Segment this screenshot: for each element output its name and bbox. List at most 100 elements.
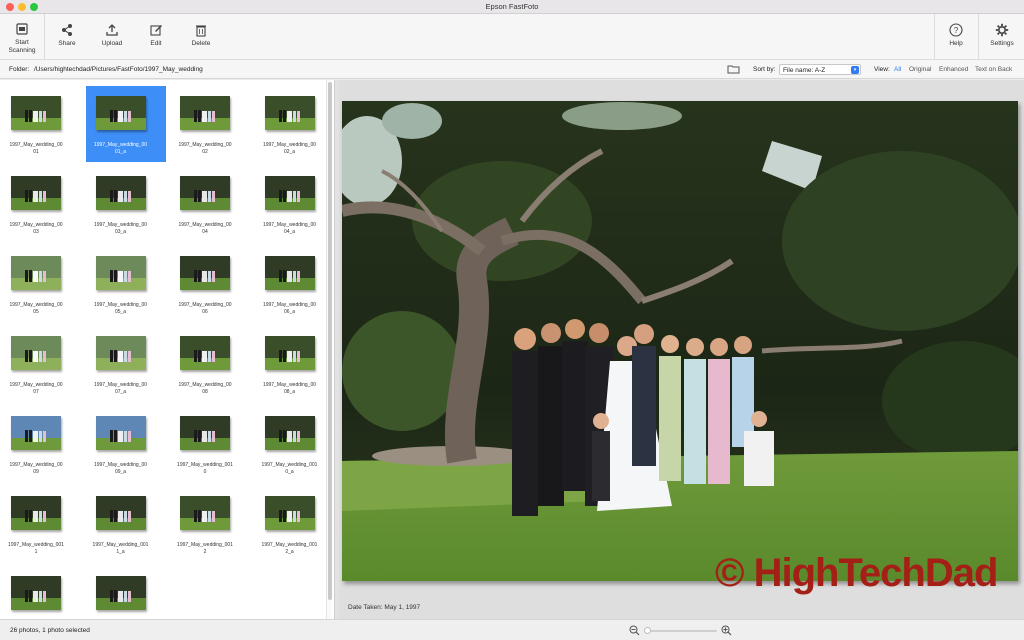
settings-label: Settings [990, 40, 1014, 47]
thumbnail-filename: 1997_May_wedding_00 07_a [93, 382, 148, 395]
trash-icon [196, 25, 206, 37]
thumbnail-item[interactable]: 1997_May_wedding_00 09 [1, 406, 81, 482]
window-title: Epson FastFoto [485, 2, 539, 11]
zoom-in-icon[interactable] [721, 625, 732, 636]
delete-button[interactable]: Delete [186, 14, 216, 60]
share-button[interactable]: Share [52, 14, 82, 60]
wedding-photo-image [342, 101, 1018, 581]
thumbnail-image [264, 336, 315, 370]
thumbnail-item[interactable]: 1997_May_wedding_00 06_a [255, 246, 335, 322]
thumbnail-image [11, 176, 61, 210]
thumbnail-item[interactable]: 1997_May_wedding_00 03 [1, 166, 81, 242]
toolbar: Start Scanning Share Upload Edit Delete [0, 14, 1024, 60]
thumbnail-item[interactable]: 1997_May_wedding_001 2_a [255, 486, 335, 562]
thumbnail-item[interactable]: 1997_May_wedding_00 03_a [86, 166, 166, 242]
thumbnail-image [95, 176, 146, 210]
thumbnail-item[interactable]: 1997_May_wedding_00 04_a [255, 166, 335, 242]
start-scanning-label: Start Scanning [8, 39, 36, 54]
view-option-original[interactable]: Original [909, 66, 931, 73]
thumbnail-image [11, 576, 61, 610]
thumbnail-item[interactable]: 1997_May_wedding_00 01 [1, 86, 81, 162]
thumbnail-item[interactable]: 1997_May_wedding_00 05_a [86, 246, 166, 322]
start-scanning-button[interactable]: Start Scanning [3, 14, 41, 60]
thumbnail-filename: 1997_May_wedding_00 08_a [262, 382, 317, 395]
thumbnail-item[interactable]: 1997_May_wedding_001 1 [1, 486, 81, 562]
title-bar: Epson FastFoto [0, 0, 1024, 14]
thumbnail-filename: 1997_May_wedding_00 01_a [93, 142, 148, 155]
thumbnail-item[interactable]: 1997_May_wedding_00 08 [170, 326, 250, 402]
share-label: Share [58, 40, 76, 47]
thumbnail-item[interactable]: 1997_May_wedding_00 08_a [255, 326, 335, 402]
thumbnail-filename: 1997_May_wedding_00 01 [9, 142, 63, 155]
thumbnail-image [264, 256, 315, 290]
view-option-text-on-back[interactable]: Text on Back [975, 66, 1012, 73]
thumbnail-filename: 1997_May_wedding_001 0_a [261, 462, 318, 475]
watermark-logo: © HighTechDad [715, 551, 998, 595]
upload-button[interactable]: Upload [96, 14, 128, 60]
thumbnail-item[interactable]: 1997_May_wedding_001 0_a [255, 406, 335, 482]
thumbnail-filename: 1997_May_wedding_00 04 [178, 222, 232, 235]
thumbnail-scrollbar[interactable] [326, 80, 332, 619]
thumbnail-filename: 1997_May_wedding_00 09_a [93, 462, 148, 475]
help-icon: ? [949, 23, 963, 37]
help-label: Help [949, 40, 963, 47]
thumbnail-image [95, 256, 146, 290]
view-label: View: [874, 66, 890, 73]
status-bar: 26 photos, 1 photo selected [0, 619, 1024, 640]
thumbnail-item[interactable]: 1997_May_wedding_00 01_a [85, 86, 166, 162]
thumbnail-filename: 1997_May_wedding_00 06_a [262, 302, 317, 315]
share-icon [62, 24, 72, 36]
view-option-all[interactable]: All [894, 66, 901, 73]
thumbnail-filename: 1997_May_wedding_001 2 [177, 542, 233, 555]
thumbnail-item[interactable]: 1997_May_wedding_00 06 [170, 246, 250, 322]
edit-button[interactable]: Edit [142, 14, 170, 60]
thumbnail-item[interactable]: 1997_May_wedding_00 02_a [255, 86, 335, 162]
photo-preview-pane: Date Taken: May 1, 1997 [339, 80, 1024, 619]
thumbnail-filename: 1997_May_wedding_00 05 [9, 302, 63, 315]
svg-text:?: ? [954, 26, 959, 35]
scrollbar-thumb[interactable] [328, 82, 332, 600]
thumbnail-image [264, 496, 315, 530]
settings-button[interactable]: Settings [984, 14, 1020, 60]
sort-select[interactable]: File name: A-Z ▾ [779, 64, 861, 75]
sort-label: Sort by: [753, 66, 776, 73]
thumbnail-image [180, 176, 230, 210]
zoom-slider-knob[interactable] [644, 627, 651, 634]
zoom-slider-track[interactable] [645, 630, 717, 632]
thumbnail-image [264, 176, 315, 210]
thumbnail-item[interactable]: 1997_May_wedding_001 2 [170, 486, 250, 562]
edit-label: Edit [150, 40, 162, 47]
date-taken-label: Date Taken: May 1, 1997 [348, 604, 421, 611]
thumbnail-filename: 1997_May_wedding_00 05_a [93, 302, 148, 315]
thumbnail-item[interactable]: 1997_May_wedding_001 1_a [86, 486, 166, 562]
preview-photo[interactable] [342, 101, 1018, 581]
thumbnail-image [95, 336, 146, 370]
gear-icon [995, 23, 1009, 37]
thumbnail-image [264, 416, 315, 450]
thumbnail-image [180, 256, 230, 290]
folder-label: Folder: [9, 66, 30, 73]
zoom-out-icon[interactable] [629, 625, 640, 636]
thumbnail-item[interactable]: 1997_May_wedding_00 05 [1, 246, 81, 322]
thumbnail-image [11, 496, 61, 530]
thumbnail-item[interactable]: 1997_May_wedding_00 09_a [86, 406, 166, 482]
thumbnail-image [95, 496, 146, 530]
thumbnail-item[interactable]: 1997_May_wedding_00 02 [170, 86, 250, 162]
edit-icon [150, 25, 162, 36]
view-option-enhanced[interactable]: Enhanced [939, 66, 968, 73]
thumbnail-item[interactable]: 1997_May_wedding_00 07 [1, 326, 81, 402]
folder-icon[interactable] [727, 64, 740, 74]
thumbnail-filename: 1997_May_wedding_00 09 [9, 462, 63, 475]
thumbnail-image [180, 496, 230, 530]
thumbnail-image [95, 416, 146, 450]
thumbnail-filename: 1997_May_wedding_00 04_a [262, 222, 317, 235]
thumbnail-filename: 1997_May_wedding_00 06 [178, 302, 232, 315]
thumbnail-image [11, 256, 61, 290]
thumbnail-image [11, 416, 61, 450]
thumbnail-item[interactable]: 1997_May_wedding_001 0 [170, 406, 250, 482]
thumbnail-image [180, 336, 230, 370]
thumbnail-item[interactable]: 1997_May_wedding_00 04 [170, 166, 250, 242]
thumbnail-image [11, 96, 61, 130]
help-button[interactable]: ? Help [940, 14, 972, 60]
thumbnail-item[interactable]: 1997_May_wedding_00 07_a [86, 326, 166, 402]
